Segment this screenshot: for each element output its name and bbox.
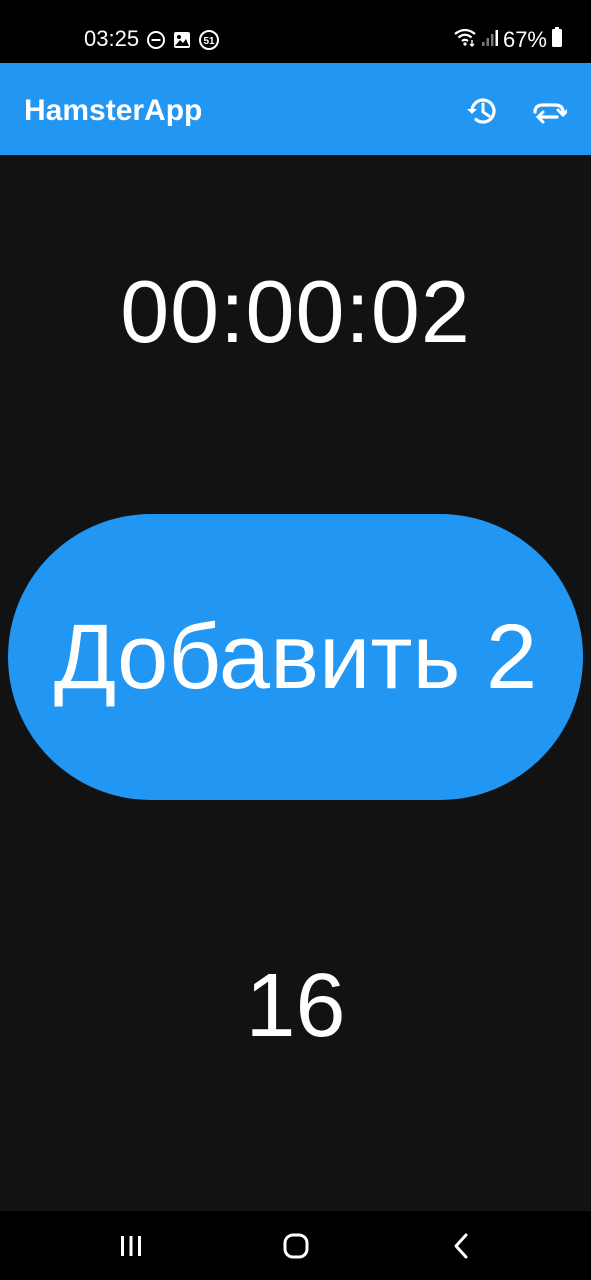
- history-icon[interactable]: [464, 93, 500, 129]
- status-time: 03:25: [84, 26, 140, 51]
- signal-icon: [481, 27, 499, 52]
- badge-count: 51: [203, 36, 215, 47]
- elapsed-timer: 00:00:02: [120, 262, 471, 361]
- status-icons-left: 51: [146, 29, 220, 56]
- gallery-icon: [172, 30, 192, 55]
- back-icon[interactable]: [442, 1229, 482, 1263]
- battery-percent: 67%: [502, 26, 547, 52]
- badge-51-icon: 51: [198, 29, 220, 56]
- wifi-icon: [453, 27, 477, 52]
- add-button[interactable]: Добавить 2: [8, 514, 583, 800]
- app-title: HamsterApp: [24, 94, 203, 127]
- home-icon[interactable]: [276, 1229, 316, 1263]
- dnd-icon: [146, 30, 166, 55]
- recents-icon[interactable]: [111, 1229, 151, 1263]
- status-icons-right: 67%: [453, 26, 563, 53]
- app-bar: HamsterApp: [0, 63, 591, 155]
- status-bar: 03:25 51 67%: [0, 0, 591, 63]
- swap-icon[interactable]: [531, 93, 570, 129]
- system-nav-bar: [0, 1211, 591, 1280]
- total-counter: 16: [245, 956, 346, 1056]
- app-screen: 03:25 51 67% HamsterApp 00:00:02 Добавит…: [0, 0, 591, 1280]
- battery-icon: [551, 26, 563, 53]
